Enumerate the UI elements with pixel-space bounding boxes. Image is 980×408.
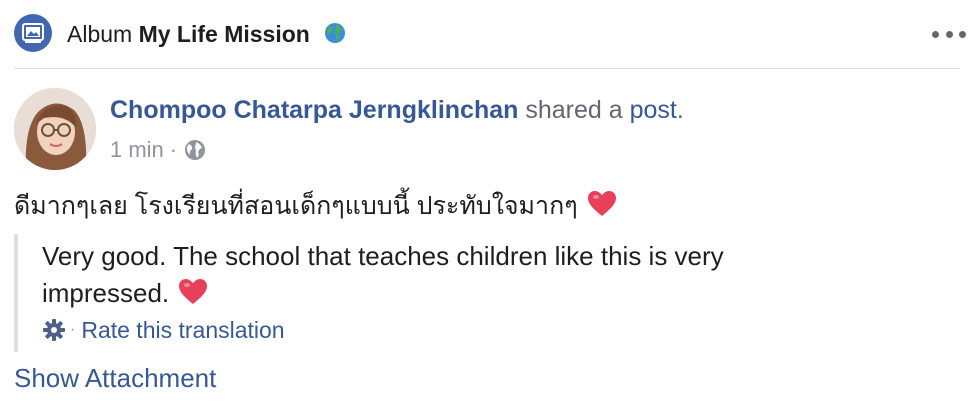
heart-emoji-icon <box>178 278 208 316</box>
meta-separator: · <box>169 137 178 162</box>
show-attachment-link[interactable]: Show Attachment <box>14 362 216 394</box>
post-meta: 1 min · <box>110 136 207 164</box>
translation-text: Very good. The school that teaches child… <box>42 238 842 316</box>
globe-emoji-icon <box>324 22 346 50</box>
more-dot-icon <box>945 30 953 38</box>
album-name-link[interactable]: My Life Mission <box>139 21 310 47</box>
album-title-lead: Album <box>67 21 133 47</box>
gear-icon[interactable] <box>42 318 66 342</box>
album-title: Album My Life Mission <box>67 20 346 50</box>
post-text: ดีมากๆเลย โรงเรียนที่สอนเด็กๆแบบนี้ ประท… <box>14 188 617 228</box>
author-name-link[interactable]: Chompoo Chatarpa Jerngklinchan <box>110 96 518 124</box>
album-header: Album My Life Mission <box>0 0 980 68</box>
post-text-content: ดีมากๆเลย โรงเรียนที่สอนเด็กๆแบบนี้ ประท… <box>14 192 578 220</box>
more-options-button[interactable] <box>932 24 966 44</box>
post-timestamp-link[interactable]: 1 min <box>110 136 164 164</box>
album-photo-icon[interactable] <box>14 14 52 52</box>
rate-translation-link[interactable]: Rate this translation <box>81 316 284 344</box>
translation-tools: · Rate this translation <box>42 316 285 344</box>
post-link[interactable]: post <box>630 96 677 124</box>
heart-emoji-icon <box>587 190 617 228</box>
translation-block: Very good. The school that teaches child… <box>14 234 838 352</box>
header-divider <box>14 68 960 69</box>
shared-text: shared a <box>525 96 623 124</box>
more-dot-icon <box>959 30 966 38</box>
post-author-line: Chompoo Chatarpa Jerngklinchan shared a … <box>110 94 684 126</box>
author-line-period: . <box>676 96 684 124</box>
globe-icon[interactable] <box>183 138 207 162</box>
tools-separator: · <box>70 321 76 338</box>
more-dot-icon <box>932 30 939 38</box>
author-avatar[interactable] <box>14 88 96 170</box>
translation-content: Very good. The school that teaches child… <box>42 241 724 308</box>
